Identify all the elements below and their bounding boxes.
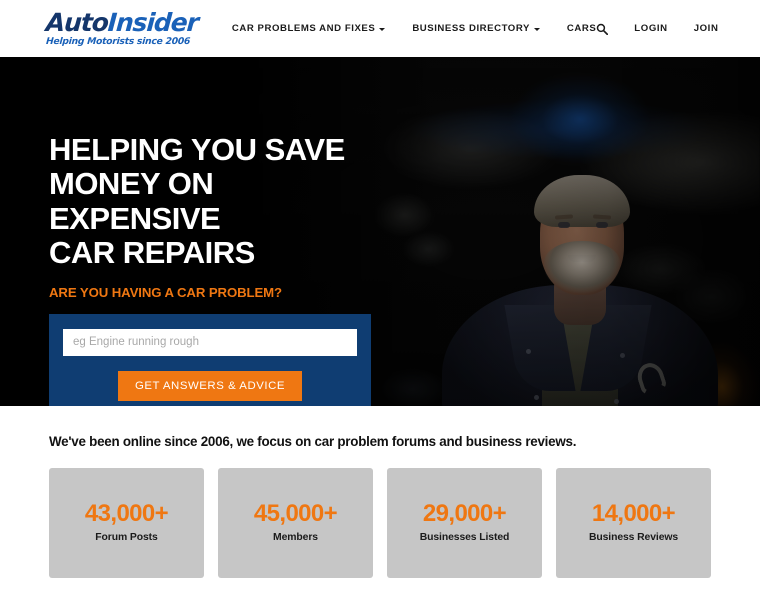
stat-value: 43,000+ bbox=[84, 500, 169, 528]
problem-search-panel: GET ANSWERS & ADVICE bbox=[49, 313, 371, 406]
stat-value: 45,000+ bbox=[253, 500, 338, 528]
hero-headline-line-2: MONEY ON EXPENSIVE bbox=[49, 166, 221, 236]
hero-headline-line-1: HELPING YOU SAVE bbox=[49, 132, 345, 167]
site-header: AutoInsider Helping Motorists since 2006… bbox=[0, 0, 760, 57]
nav-item-car-problems-and-fixes[interactable]: CAR PROBLEMS AND FIXES bbox=[231, 23, 386, 34]
stat-card-business-reviews: 14,000+ Business Reviews bbox=[556, 468, 711, 578]
nav-item-cars[interactable]: CARS bbox=[567, 23, 596, 34]
stat-card-forum-posts: 43,000+ Forum Posts bbox=[49, 468, 204, 578]
stat-card-members: 45,000+ Members bbox=[218, 468, 373, 578]
nav-item-label: BUSINESS DIRECTORY bbox=[412, 23, 530, 34]
hero-section: HELPING YOU SAVE MONEY ON EXPENSIVE CAR … bbox=[0, 57, 760, 406]
stat-label: Forum Posts bbox=[95, 532, 158, 544]
nav-item-label: CARS bbox=[566, 23, 597, 34]
join-link[interactable]: JOIN bbox=[694, 23, 719, 34]
chevron-down-icon bbox=[379, 28, 386, 31]
hero-headline: HELPING YOU SAVE MONEY ON EXPENSIVE CAR … bbox=[49, 132, 389, 271]
primary-navigation: CAR PROBLEMS AND FIXES BUSINESS DIRECTOR… bbox=[232, 23, 596, 34]
chevron-down-icon bbox=[533, 28, 540, 31]
stat-label: Businesses Listed bbox=[419, 532, 510, 544]
stats-section: We've been online since 2006, we focus o… bbox=[0, 406, 760, 578]
login-link[interactable]: LOGIN bbox=[634, 23, 667, 34]
nav-item-label: CAR PROBLEMS AND FIXES bbox=[231, 23, 376, 34]
stats-heading: We've been online since 2006, we focus o… bbox=[49, 434, 577, 449]
header-utility-area: LOGIN JOIN bbox=[596, 23, 760, 35]
stat-label: Members bbox=[273, 532, 318, 544]
logo-tagline: Helping Motorists since 2006 bbox=[45, 36, 191, 48]
stat-label: Business Reviews bbox=[588, 532, 679, 544]
problem-search-input[interactable] bbox=[63, 328, 357, 356]
hero-content: HELPING YOU SAVE MONEY ON EXPENSIVE CAR … bbox=[49, 132, 389, 406]
nav-item-business-directory[interactable]: BUSINESS DIRECTORY bbox=[412, 23, 540, 34]
stat-card-businesses-listed: 29,000+ Businesses Listed bbox=[387, 468, 542, 578]
site-logo[interactable]: AutoInsider Helping Motorists since 2006 bbox=[44, 8, 199, 48]
logo-word-auto: Auto bbox=[44, 8, 109, 38]
stats-grid: 43,000+ Forum Posts 45,000+ Members 29,0… bbox=[49, 468, 711, 578]
hero-headline-line-3: CAR REPAIRS bbox=[49, 235, 255, 271]
get-answers-button[interactable]: GET ANSWERS & ADVICE bbox=[117, 370, 303, 401]
logo-word-insider: Insider bbox=[106, 8, 199, 38]
search-icon[interactable] bbox=[596, 23, 609, 35]
page-root: AutoInsider Helping Motorists since 2006… bbox=[0, 0, 760, 600]
stat-value: 29,000+ bbox=[422, 500, 507, 528]
stat-value: 14,000+ bbox=[591, 500, 676, 528]
logo-wordmark: AutoInsider bbox=[44, 8, 199, 38]
hero-subheadline: ARE YOU HAVING A CAR PROBLEM? bbox=[49, 284, 283, 300]
